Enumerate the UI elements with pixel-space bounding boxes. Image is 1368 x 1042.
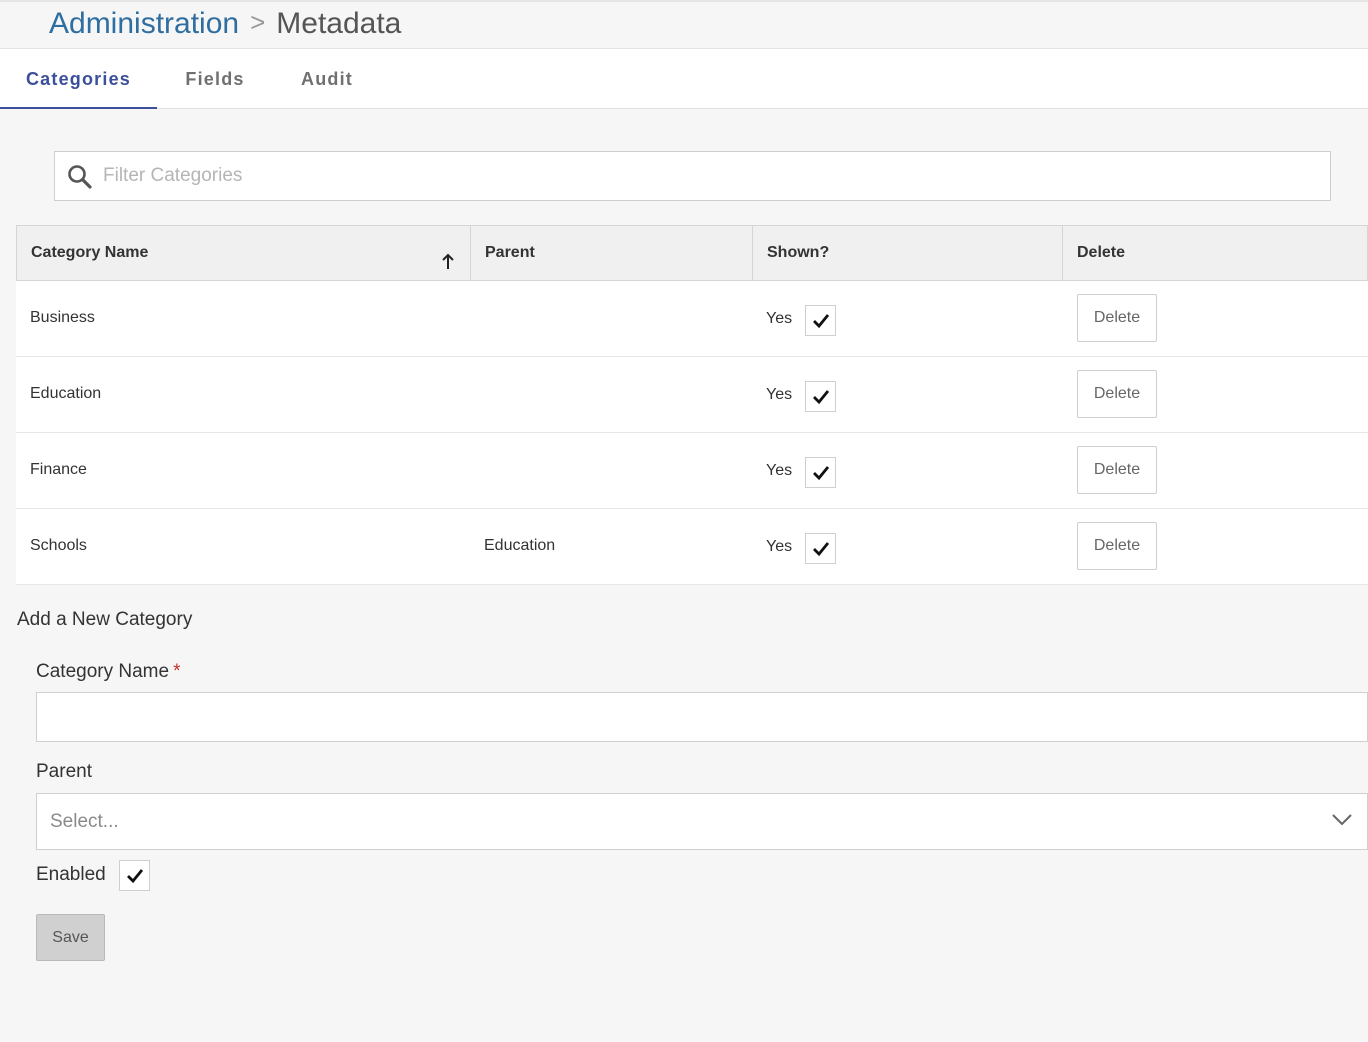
filter-categories-input[interactable] <box>103 152 1313 200</box>
shown-checkbox[interactable] <box>805 533 837 564</box>
add-category-heading: Add a New Category <box>17 609 193 630</box>
shown-label: Yes <box>766 537 793 555</box>
column-header-category-name[interactable]: Category Name <box>17 226 471 280</box>
shown-label: Yes <box>766 385 793 403</box>
check-icon <box>813 314 830 329</box>
shown-checkbox[interactable] <box>805 457 837 488</box>
parent-label: Parent <box>36 761 92 782</box>
top-bar: Administration > Metadata <box>0 0 1368 49</box>
shown-checkbox[interactable] <box>805 381 837 412</box>
check-icon <box>813 542 830 557</box>
delete-button[interactable]: Delete <box>1077 446 1157 494</box>
breadcrumb: Administration > Metadata <box>49 6 401 42</box>
parent-cell <box>470 433 484 508</box>
check-icon <box>813 390 830 405</box>
categories-table: Category Name Parent Shown? Delete Busin… <box>16 225 1368 585</box>
category-name-cell: Finance <box>30 461 87 478</box>
table-row: Education Yes Delete <box>16 357 1368 433</box>
shown-cell: Yes <box>752 281 837 356</box>
parent-cell <box>470 281 484 356</box>
table-row: Schools Education Yes Delete <box>16 509 1368 585</box>
column-header-shown[interactable]: Shown? <box>753 226 1063 280</box>
shown-cell: Yes <box>752 509 837 584</box>
category-name-cell: Business <box>30 309 95 326</box>
column-header-delete: Delete <box>1077 244 1126 261</box>
column-header-label: Category Name <box>31 244 149 261</box>
table-row: Finance Yes Delete <box>16 433 1368 509</box>
shown-cell: Yes <box>752 357 837 432</box>
tab-fields[interactable]: Fields <box>157 49 273 109</box>
enabled-label: Enabled <box>36 864 106 885</box>
delete-button[interactable]: Delete <box>1077 522 1157 570</box>
delete-button[interactable]: Delete <box>1077 294 1157 342</box>
required-marker: * <box>173 661 181 682</box>
delete-button[interactable]: Delete <box>1077 370 1157 418</box>
parent-select-placeholder: Select... <box>50 811 119 832</box>
shown-label: Yes <box>766 309 793 327</box>
page-title: Metadata <box>276 7 402 40</box>
enabled-row: Enabled <box>36 859 150 891</box>
category-name-cell: Education <box>30 385 102 402</box>
chevron-down-icon[interactable] <box>1331 813 1353 827</box>
check-icon <box>126 868 143 883</box>
parent-cell <box>470 357 484 432</box>
check-icon <box>813 466 830 481</box>
category-name-label: Category Name * <box>36 661 180 683</box>
category-name-label-text: Category Name <box>36 661 170 682</box>
shown-checkbox[interactable] <box>805 305 837 336</box>
breadcrumb-separator: > <box>250 7 266 37</box>
arrow-up-icon <box>440 240 456 269</box>
breadcrumb-administration-link[interactable]: Administration <box>49 7 239 40</box>
save-button[interactable]: Save <box>36 914 105 961</box>
tab-categories[interactable]: Categories <box>0 49 157 109</box>
enabled-checkbox[interactable] <box>118 859 150 891</box>
tab-bar: Categories Fields Audit <box>0 49 1368 109</box>
category-name-input[interactable] <box>36 692 1368 742</box>
parent-cell: Education <box>484 537 556 554</box>
filter-search-box <box>54 151 1331 201</box>
shown-cell: Yes <box>752 433 837 508</box>
tab-audit[interactable]: Audit <box>273 49 381 109</box>
table-header: Category Name Parent Shown? Delete <box>16 225 1368 281</box>
parent-select[interactable]: Select... <box>36 793 1368 850</box>
table-row: Business Yes Delete <box>16 281 1368 357</box>
category-name-cell: Schools <box>30 537 87 554</box>
search-icon <box>67 164 93 190</box>
shown-label: Yes <box>766 461 793 479</box>
column-header-parent[interactable]: Parent <box>471 226 753 280</box>
